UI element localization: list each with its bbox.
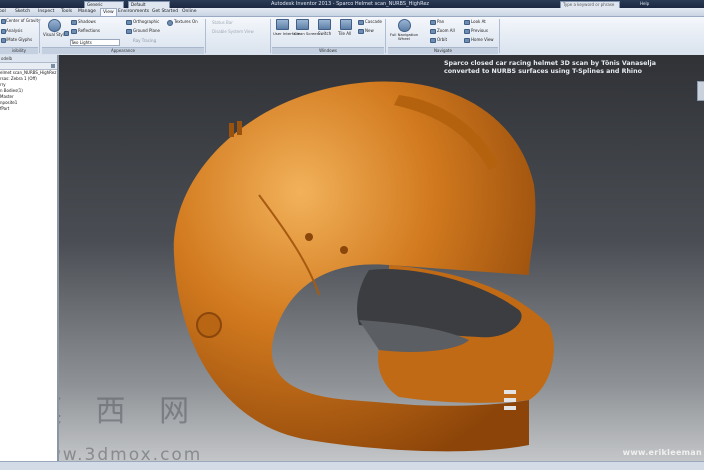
helmet-bolt: [340, 246, 348, 254]
model-tree: elmet scan_NURBS_HighRez rsas: Zebra 1 (…: [0, 70, 57, 112]
cascade-button[interactable]: Cascade: [365, 19, 382, 24]
textures-on-button[interactable]: Textures On: [174, 19, 198, 24]
new-window-button[interactable]: New: [365, 28, 374, 33]
switch-window-icon: [318, 19, 331, 30]
tab-online[interactable]: Online: [182, 8, 197, 16]
ribbon-tabs: ool Sketch Inspect Tools Manage View Env…: [0, 8, 704, 17]
cascade-icon: [358, 20, 364, 25]
browser-menu-icon[interactable]: [51, 64, 55, 68]
disable-system-view-toggle[interactable]: Disable System View: [212, 29, 254, 34]
orbit-icon: [430, 38, 436, 43]
browser-header: odelb: [0, 55, 57, 63]
appearance-group-label: Appearance: [42, 47, 204, 54]
dropdown-icon: [64, 31, 69, 36]
ribbon-separator: [205, 19, 206, 53]
previous-view-button[interactable]: Previous: [471, 28, 488, 33]
textures-icon: [167, 20, 173, 26]
helmet-side-vent: [229, 123, 234, 137]
helmet-side-vent: [237, 121, 242, 135]
switch-button[interactable]: Switch: [318, 31, 331, 36]
orthographic-icon: [126, 20, 132, 25]
ribbon-separator: [39, 19, 40, 53]
clean-screen-button[interactable]: Clean Screen: [294, 31, 319, 36]
tab-get-started[interactable]: Get Started: [152, 8, 178, 16]
imate-glyphs-button[interactable]: iMate Glyphs: [6, 37, 32, 42]
navigate-group-label: Navigate: [388, 47, 498, 54]
windows-group-label: Windows: [272, 47, 384, 54]
ray-tracing-button[interactable]: Ray Tracing: [133, 38, 156, 43]
orthographic-button[interactable]: Orthographic: [133, 19, 159, 24]
ribbon-separator: [385, 19, 386, 53]
zoom-all-icon: [430, 29, 436, 34]
look-at-button[interactable]: Look At: [471, 19, 486, 24]
tree-item-end-of-part[interactable]: fPart: [0, 106, 57, 112]
zoom-all-button[interactable]: Zoom All: [437, 28, 455, 33]
helmet-chin-vent: [504, 390, 516, 394]
tab-view[interactable]: View: [100, 8, 117, 16]
tab-tools[interactable]: Tools: [61, 8, 72, 16]
helmet-chin-vent: [504, 406, 516, 410]
navigation-wheel-icon: [398, 19, 411, 32]
orbit-button[interactable]: Orbit: [437, 37, 447, 42]
tab-sketch[interactable]: Sketch: [15, 8, 30, 16]
tab-inspect[interactable]: Inspect: [38, 8, 54, 16]
analysis-button[interactable]: Analysis: [6, 28, 22, 33]
tile-all-button[interactable]: Tile All: [338, 31, 351, 36]
caption-line-1: Sparco closed car racing helmet 3D scan …: [444, 60, 656, 67]
visual-style-button[interactable]: Visual Style: [43, 32, 66, 37]
look-at-icon: [464, 20, 470, 25]
visual-style-icon: [48, 19, 61, 32]
helmet-bolt: [305, 233, 313, 241]
tab-environments[interactable]: Environments: [118, 8, 149, 16]
user-interface-icon: [276, 19, 289, 30]
lighting-select[interactable]: Two Lights: [70, 39, 120, 46]
status-bar-toggle[interactable]: Status Bar: [212, 20, 233, 25]
home-view-icon: [464, 38, 470, 43]
tile-all-icon: [340, 19, 352, 30]
shadows-icon: [71, 20, 77, 25]
window-title: Autodesk Inventor 2013 - Sparco Helmet s…: [270, 1, 430, 7]
tab-manage[interactable]: Manage: [78, 8, 96, 16]
home-view-button[interactable]: Home View: [471, 37, 494, 42]
helmet-chin-vent: [504, 398, 516, 402]
title-bar: Generic Default Autodesk Inventor 2013 -…: [0, 0, 704, 9]
help-menu[interactable]: Help: [640, 0, 649, 8]
caption-line-2: converted to NURBS surfaces using T-Spli…: [444, 68, 642, 75]
reflections-button[interactable]: Reflections: [78, 28, 100, 33]
graphics-viewport[interactable]: Sparco closed car racing helmet 3D scan …: [59, 55, 704, 469]
pan-icon: [430, 20, 436, 25]
ribbon-separator: [499, 19, 500, 53]
shadows-button[interactable]: Shadows: [78, 19, 96, 24]
clean-screen-icon: [296, 19, 309, 30]
browser-toolbar: [0, 63, 57, 70]
helmet-visor-pivot: [196, 312, 222, 338]
ground-plane-icon: [126, 29, 132, 34]
full-navigation-wheel-button[interactable]: Full Navigation Wheel: [389, 33, 419, 41]
viewcube-collapse-tab[interactable]: [697, 81, 704, 101]
ground-plane-button[interactable]: Ground Plane: [133, 28, 160, 33]
model-browser: odelb elmet scan_NURBS_HighRez rsas: Zeb…: [0, 55, 59, 469]
new-window-icon: [358, 29, 364, 34]
ribbon-separator: [270, 19, 271, 53]
watermark-logo: 莫 西 网: [59, 394, 202, 429]
model-caption: Sparco closed car racing helmet 3D scan …: [444, 60, 656, 76]
author-credit: www.erikleeman: [622, 448, 702, 457]
previous-view-icon: [464, 29, 470, 34]
reflections-icon: [71, 29, 77, 34]
center-of-gravity-button[interactable]: Center of Gravity: [6, 18, 40, 23]
ribbon-panel: Center of Gravity Analysis iMate Glyphs …: [0, 17, 704, 56]
visibility-group-label: isibility: [0, 47, 38, 54]
tab-tool[interactable]: ool: [0, 8, 6, 16]
pan-button[interactable]: Pan: [437, 19, 444, 24]
